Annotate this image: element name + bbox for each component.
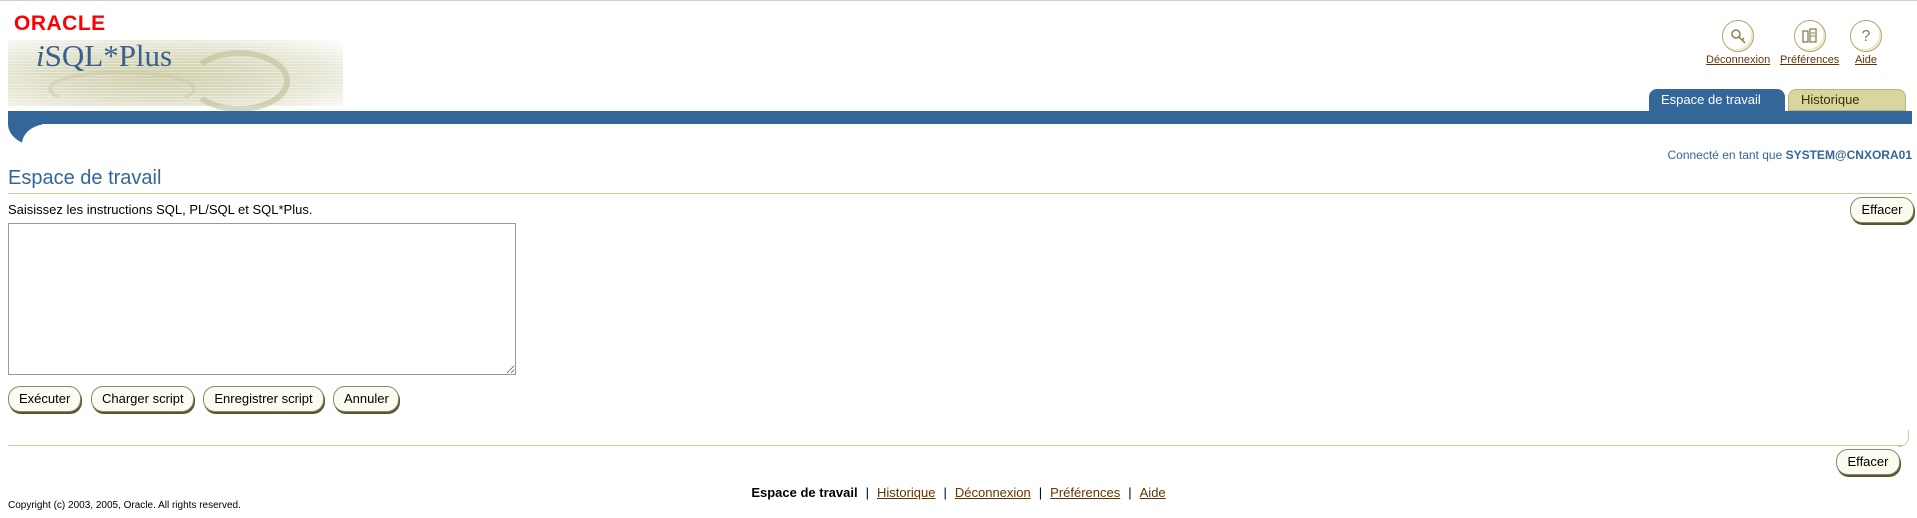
- copyright-text: Copyright (c) 2003, 2005, Oracle. All ri…: [8, 500, 241, 511]
- logout-icon: [1722, 20, 1755, 52]
- product-name-main: SQL*Plus: [44, 38, 173, 73]
- clear-button-top[interactable]: Effacer: [1850, 197, 1914, 223]
- footer-link-history[interactable]: Historique: [877, 485, 936, 500]
- footer-separator: |: [943, 485, 947, 500]
- banner-swirl-decoration: [188, 50, 290, 112]
- help-icon: ?: [1850, 20, 1882, 52]
- footer-separator: |: [865, 485, 869, 500]
- footer-separator: |: [1038, 485, 1043, 500]
- connection-info: Connecté en tant que SYSTEM@CNXORA01: [1667, 148, 1912, 162]
- connection-prefix: Connecté en tant que: [1667, 148, 1783, 162]
- tab-bar: [8, 111, 1912, 124]
- svg-text:?: ?: [1862, 28, 1871, 45]
- product-name-prefix: i: [36, 38, 45, 73]
- global-button-preferences[interactable]: Préférences: [1780, 20, 1839, 66]
- preferences-icon: [1793, 20, 1826, 52]
- footer-nav: Espace de travail | Historique | Déconnexion…: [0, 485, 1917, 500]
- global-button-label: Préférences: [1780, 54, 1840, 66]
- footer-separator: |: [1128, 485, 1132, 500]
- tab-history[interactable]: Historique: [1788, 89, 1906, 111]
- tab-workspace[interactable]: Espace de travail: [1649, 89, 1785, 111]
- product-name: iSQL*Plus: [36, 38, 172, 74]
- clear-button-bottom[interactable]: Effacer: [1836, 449, 1900, 475]
- footer-current-workspace: Espace de travail: [751, 485, 858, 500]
- sql-input[interactable]: [8, 223, 516, 375]
- footer-link-preferences[interactable]: Préférences: [1050, 485, 1120, 500]
- page-title: Espace de travail: [8, 167, 162, 189]
- global-button-label: Aide: [1854, 54, 1878, 66]
- bottom-divider-curve: [1898, 430, 1909, 447]
- load-script-button[interactable]: Charger script: [91, 386, 194, 412]
- oracle-logo: ORACLE: [14, 12, 106, 35]
- execute-button[interactable]: Exécuter: [8, 386, 81, 412]
- connected-user: SYSTEM@CNXORA01: [1785, 148, 1912, 162]
- global-button-logout[interactable]: Déconnexion: [1706, 20, 1770, 66]
- title-divider: [8, 193, 1912, 194]
- footer-link-help[interactable]: Aide: [1140, 485, 1166, 500]
- top-border: [0, 0, 1917, 1]
- global-button-help[interactable]: ? Aide: [1850, 20, 1882, 66]
- bottom-divider: [8, 445, 1903, 446]
- banner-swirl-decoration: [48, 70, 196, 108]
- global-button-label: Déconnexion: [1706, 54, 1771, 66]
- footer-link-logout[interactable]: Déconnexion: [955, 485, 1031, 500]
- instructions-text: Saisissez les instructions SQL, PL/SQL e…: [8, 202, 313, 217]
- save-script-button[interactable]: Enregistrer script: [203, 386, 324, 412]
- cancel-button[interactable]: Annuler: [333, 386, 399, 412]
